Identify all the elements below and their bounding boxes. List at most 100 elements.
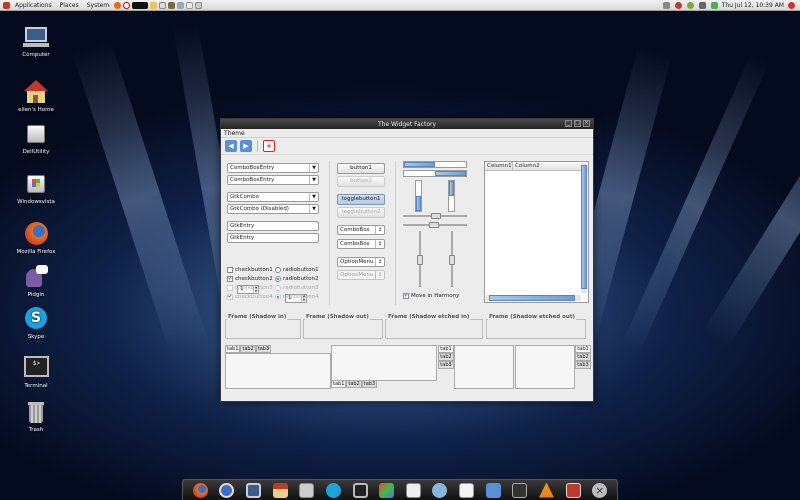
chevron-updown-icon[interactable]: ↕ — [375, 240, 384, 248]
column2-header[interactable]: Column2 — [513, 162, 588, 170]
add-icon[interactable]: + — [263, 140, 275, 152]
tree-view[interactable]: Column1 Column2 — [484, 161, 589, 303]
forward-arrow-icon[interactable]: ▶ — [240, 140, 252, 152]
battery-icon[interactable] — [710, 1, 718, 9]
option-menu-1[interactable]: OptionMenu ↕ — [337, 257, 385, 267]
togglebutton-2[interactable]: togglebutton2 — [337, 207, 385, 218]
horizontal-scale-2[interactable] — [403, 222, 467, 228]
checkbutton-4[interactable]: ✔ checkbutton4 — [227, 292, 273, 301]
volume-icon[interactable] — [698, 1, 706, 9]
combobox-1[interactable]: ComboBox ↕ — [337, 225, 385, 235]
skype-icon[interactable] — [325, 482, 341, 498]
tab-3[interactable]: tab3 — [575, 361, 591, 369]
notes-icon[interactable] — [459, 482, 475, 498]
tab-1[interactable]: tab1 — [331, 380, 347, 388]
chevron-down-icon[interactable]: ▼ — [309, 205, 318, 213]
horizontal-scrollbar[interactable] — [486, 295, 581, 301]
vertical-scale-1[interactable] — [417, 231, 423, 287]
desktop-icon-computer[interactable]: Computer — [8, 25, 64, 58]
terminal-icon[interactable] — [352, 482, 368, 498]
vertical-scrollbar[interactable] — [581, 163, 587, 293]
computer-icon[interactable] — [246, 482, 262, 498]
chevron-down-icon[interactable]: ▼ — [309, 164, 318, 172]
tab-1[interactable]: tab1 — [225, 345, 241, 353]
horizontal-scale-1[interactable] — [403, 213, 467, 219]
scale-handle[interactable] — [431, 213, 441, 219]
scale-handle[interactable] — [417, 255, 423, 265]
desktop-icon-trash[interactable]: Trash — [8, 400, 64, 433]
chevron-down-icon[interactable]: ▼ — [309, 176, 318, 184]
tab-2[interactable]: tab2 — [438, 353, 454, 361]
settings-icon[interactable] — [432, 482, 448, 498]
maximize-button[interactable]: □ — [574, 120, 581, 127]
clock[interactable]: Thu Jul 12, 10:39 AM — [722, 2, 784, 9]
cube-icon[interactable] — [379, 482, 395, 498]
tab-3[interactable]: tab3 — [361, 380, 378, 388]
shutdown-icon[interactable] — [788, 1, 795, 9]
tab-3[interactable]: tab3 — [255, 345, 272, 353]
desktop-icon-home[interactable]: ellen's Home — [8, 80, 64, 113]
calculator-icon[interactable] — [485, 482, 501, 498]
tab-1[interactable]: tab1 — [575, 345, 591, 353]
desktop-icon-dellutility[interactable]: DellUtility — [8, 122, 64, 155]
gtk-combo-disabled[interactable]: GtkCombo (Disabled) ▼ — [227, 204, 319, 214]
close-button[interactable]: × — [583, 120, 590, 127]
firefox-icon[interactable] — [192, 482, 208, 498]
mail-launcher-icon[interactable] — [186, 1, 194, 9]
calculator-launcher-icon[interactable] — [195, 1, 203, 9]
move-in-harmony-checkbox[interactable]: ✔ Move in Harmony — [403, 291, 459, 300]
tab-3[interactable]: tab3 — [438, 361, 454, 369]
desktop-icon-pidgin[interactable]: Pidgin — [8, 265, 64, 298]
minimize-button[interactable]: _ — [565, 120, 572, 127]
scale-handle[interactable] — [429, 222, 439, 228]
vlc-icon[interactable] — [538, 482, 554, 498]
radiobutton-1[interactable]: radiobutton1 — [275, 265, 319, 274]
radiobutton-2[interactable]: radiobutton2 — [275, 274, 319, 283]
clock-icon[interactable] — [219, 482, 235, 498]
tab-2[interactable]: tab2 — [575, 353, 591, 361]
checkbutton-3[interactable]: checkbutton3 — [227, 283, 273, 292]
button-1[interactable]: button1 — [337, 163, 385, 174]
folder-launcher-icon[interactable] — [150, 1, 158, 9]
chevron-down-icon[interactable]: ▼ — [309, 193, 318, 201]
messenger-icon[interactable] — [686, 1, 694, 9]
scrollbar-thumb[interactable] — [581, 165, 587, 289]
system-menu[interactable]: System — [83, 2, 113, 9]
scrollbar-thumb[interactable] — [489, 295, 575, 301]
files-icon[interactable] — [405, 482, 421, 498]
window-titlebar[interactable]: The Widget Factory _ □ × — [221, 119, 593, 129]
desktop-icon-skype[interactable]: S Skype — [8, 307, 64, 340]
back-arrow-icon[interactable]: ◀ — [225, 140, 237, 152]
gtk-combo[interactable]: GtkCombo ▼ — [227, 192, 319, 202]
scale-handle[interactable] — [449, 255, 455, 265]
combobox-2[interactable]: ComboBox ↕ — [337, 239, 385, 249]
tab-2[interactable]: tab2 — [240, 345, 256, 353]
togglebutton-1[interactable]: togglebutton1 — [337, 194, 385, 205]
desktop-icon-firefox[interactable]: Mozilla Firefox — [8, 222, 64, 255]
button-2[interactable]: button2 — [337, 176, 385, 187]
tab-1[interactable]: tab1 — [438, 345, 454, 353]
vertical-scale-2[interactable] — [449, 231, 455, 287]
close-icon[interactable]: × — [592, 482, 608, 498]
terminal-launcher-icon[interactable] — [132, 1, 149, 9]
checkbutton-1[interactable]: checkbutton1 — [227, 265, 273, 274]
network-icon[interactable] — [662, 1, 670, 9]
archive-icon[interactable] — [299, 482, 315, 498]
desktop-icon-windowsvista[interactable]: Windowsvista — [8, 172, 64, 205]
radiobutton-4[interactable]: radiobutton4 — [275, 292, 319, 301]
help-icon[interactable] — [123, 1, 131, 9]
desktop-icon-terminal[interactable]: $> Terminal — [8, 356, 64, 389]
chevron-updown-icon[interactable]: ↕ — [375, 226, 384, 234]
radiobutton-3[interactable]: radiobutton3 — [275, 283, 319, 292]
combobox-entry[interactable]: ComboBoxEntry ▼ — [227, 163, 319, 173]
gtk-entry-1[interactable]: GtkEntry — [227, 221, 319, 231]
gnome-foot-icon[interactable] — [3, 1, 10, 9]
checkbutton-2[interactable]: ✔ checkbutton2 — [227, 274, 273, 283]
theme-menu[interactable]: Theme — [224, 130, 245, 137]
image-viewer-launcher-icon[interactable] — [168, 1, 176, 9]
update-notifier-icon[interactable] — [674, 1, 682, 9]
column1-header[interactable]: Column1 — [485, 162, 513, 170]
screenshot-launcher-icon[interactable] — [177, 1, 185, 9]
combobox-entry-2[interactable]: ComboBoxEntry ▼ — [227, 175, 319, 185]
chevron-updown-icon[interactable]: ↕ — [375, 258, 384, 266]
